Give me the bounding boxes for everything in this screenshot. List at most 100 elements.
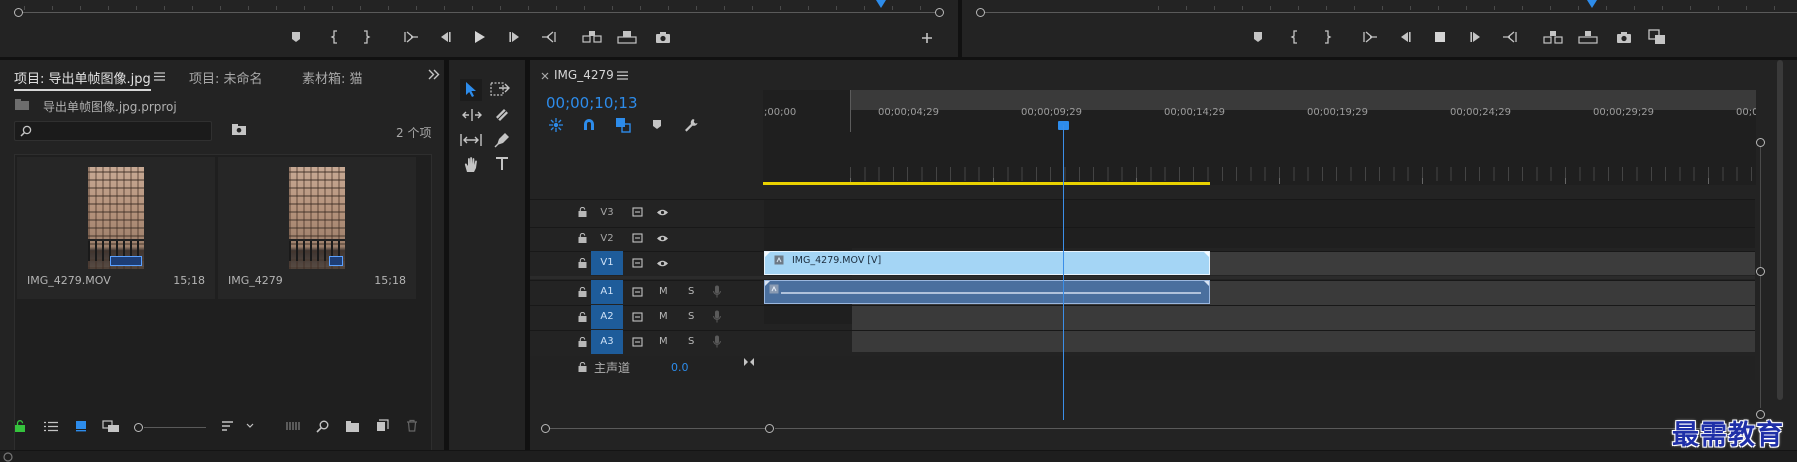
tab-project-untitled[interactable]: 项目: 未命名	[189, 68, 263, 87]
vertical-scroll-handle-top[interactable]	[1756, 138, 1765, 147]
timeline-playhead-line[interactable]	[1063, 125, 1064, 420]
new-item-icon[interactable]	[376, 419, 389, 432]
sync-lock-icon[interactable]	[632, 207, 644, 217]
track-name-a2[interactable]: A2	[591, 305, 623, 329]
audio-clip[interactable]	[764, 280, 1210, 304]
panel-menu-icon[interactable]	[154, 72, 165, 81]
source-playhead[interactable]	[876, 0, 886, 8]
find-icon[interactable]	[316, 420, 329, 433]
timeline-zoom-handle-left[interactable]	[765, 424, 774, 433]
monitor-split-divider[interactable]	[958, 0, 962, 58]
track-lock-icon[interactable]	[578, 287, 587, 297]
extract-icon[interactable]	[1578, 30, 1598, 44]
work-area-bar[interactable]	[763, 182, 1210, 185]
export-frame-icon[interactable]	[655, 31, 671, 44]
go-to-in-icon[interactable]	[403, 31, 419, 43]
add-marker-icon[interactable]	[652, 119, 662, 130]
go-to-audio-end-icon[interactable]	[743, 357, 755, 367]
timeline-horizontal-scroll[interactable]	[775, 428, 1757, 429]
track-name-a1[interactable]: A1	[591, 280, 623, 304]
type-tool-icon[interactable]	[494, 156, 510, 172]
mark-in-icon[interactable]	[1290, 30, 1300, 44]
microphone-icon[interactable]	[713, 310, 721, 323]
razor-tool-icon[interactable]	[494, 107, 510, 123]
microphone-icon[interactable]	[713, 285, 721, 298]
vertical-scroll-handle-mid[interactable]	[1756, 267, 1765, 276]
new-bin-icon[interactable]	[345, 420, 360, 432]
mute-button[interactable]: M	[659, 336, 668, 347]
project-item[interactable]: IMG_4279.MOV 15;18	[17, 157, 215, 299]
eye-icon[interactable]	[656, 259, 669, 268]
zoom-slider-track[interactable]	[144, 427, 206, 428]
export-frame-icon[interactable]	[1616, 31, 1632, 44]
timeline-settings-wrench-icon[interactable]	[683, 117, 699, 133]
sync-lock-icon[interactable]	[632, 258, 644, 268]
sync-lock-icon[interactable]	[632, 312, 644, 322]
lift-icon[interactable]	[1543, 30, 1563, 44]
project-item[interactable]: IMG_4279 15;18	[218, 157, 416, 299]
source-zoom-handle-left[interactable]	[14, 8, 23, 17]
step-back-icon[interactable]	[1398, 31, 1412, 43]
sync-lock-icon[interactable]	[632, 287, 644, 297]
stop-icon[interactable]	[1434, 31, 1446, 43]
program-playhead[interactable]	[1587, 0, 1597, 8]
marker-icon[interactable]	[290, 31, 302, 43]
play-icon[interactable]	[473, 30, 487, 44]
track-lock-icon[interactable]	[578, 207, 587, 217]
slip-tool-icon[interactable]	[460, 133, 482, 147]
selection-tool[interactable]	[460, 79, 482, 101]
snap-icon[interactable]	[582, 118, 596, 132]
overwrite-icon[interactable]	[617, 30, 637, 44]
mark-out-icon[interactable]	[1322, 30, 1332, 44]
track-lock-icon[interactable]	[578, 312, 587, 322]
chevron-down-icon[interactable]	[246, 423, 254, 429]
go-to-out-icon[interactable]	[541, 31, 557, 43]
program-zoom-handle-left[interactable]	[976, 8, 985, 17]
tab-project-export-frame[interactable]: 项目: 导出单帧图像.jpg	[14, 68, 151, 91]
track-lock-icon[interactable]	[578, 337, 587, 347]
panel-overflow-icon[interactable]	[428, 69, 440, 80]
track-lock-icon[interactable]	[578, 258, 587, 268]
step-back-icon[interactable]	[438, 31, 452, 43]
track-lock-icon[interactable]	[578, 233, 587, 243]
sequence-menu-icon[interactable]	[617, 71, 628, 80]
mute-button[interactable]: M	[659, 286, 668, 297]
project-search-field[interactable]	[14, 121, 212, 141]
freeform-view-icon[interactable]	[102, 420, 120, 433]
headers-scroll-handle[interactable]	[541, 424, 550, 433]
solo-button[interactable]: S	[688, 286, 694, 297]
source-scrub-bar[interactable]	[20, 12, 938, 13]
comparison-view-icon[interactable]	[1648, 29, 1666, 45]
hand-tool-icon[interactable]	[463, 156, 480, 174]
search-input[interactable]	[35, 123, 205, 139]
video-audio-divider[interactable]	[530, 276, 1755, 279]
solo-button[interactable]: S	[688, 336, 694, 347]
add-button-icon[interactable]	[921, 32, 933, 44]
sort-icon[interactable]	[221, 420, 237, 432]
list-view-icon[interactable]	[43, 421, 59, 432]
headers-horizontal-scroll[interactable]	[546, 428, 771, 429]
track-lock-icon[interactable]	[578, 362, 587, 372]
new-search-bin-icon[interactable]	[231, 123, 247, 136]
step-forward-icon[interactable]	[508, 31, 522, 43]
eye-icon[interactable]	[656, 234, 669, 243]
track-name-a3[interactable]: A3	[591, 330, 623, 354]
sync-lock-icon[interactable]	[632, 337, 644, 347]
track-name-v1[interactable]: V1	[591, 251, 623, 275]
marker-icon[interactable]	[1252, 31, 1264, 43]
track-name-v3[interactable]: V3	[591, 201, 623, 225]
tab-bin-cat[interactable]: 素材箱: 猫	[302, 68, 363, 87]
video-clip[interactable]: IMG_4279.MOV [V]	[764, 251, 1210, 275]
mark-in-icon[interactable]	[330, 30, 340, 44]
master-volume-value[interactable]: 0.0	[671, 361, 689, 374]
sync-lock-icon[interactable]	[632, 233, 644, 243]
go-to-out-icon[interactable]	[1502, 31, 1518, 43]
close-sequence-icon[interactable]	[541, 72, 549, 80]
lock-icon[interactable]	[14, 420, 26, 432]
insert-icon[interactable]	[582, 30, 602, 44]
track-name-v2[interactable]: V2	[591, 227, 623, 251]
pen-tool-icon[interactable]	[494, 131, 510, 148]
microphone-icon[interactable]	[713, 335, 721, 348]
source-zoom-handle-right[interactable]	[935, 8, 944, 17]
icon-view-icon[interactable]	[75, 420, 87, 432]
